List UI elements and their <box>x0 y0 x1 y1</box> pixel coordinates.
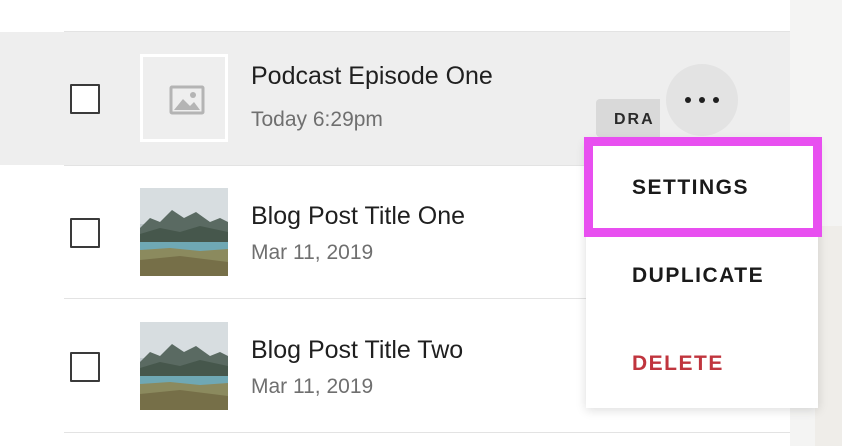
post-date: Mar 11, 2019 <box>251 375 374 398</box>
status-badge: DRA <box>596 99 660 137</box>
more-horizontal-icon <box>713 97 719 103</box>
right-side-panel-lower <box>815 226 842 446</box>
more-horizontal-icon <box>685 97 691 103</box>
more-options-button[interactable] <box>666 64 738 136</box>
image-placeholder-icon <box>169 85 205 115</box>
post-title[interactable]: Podcast Episode One <box>251 62 493 91</box>
post-thumbnail <box>140 188 228 276</box>
post-title[interactable]: Blog Post Title Two <box>251 336 463 365</box>
landscape-thumbnail <box>140 188 228 276</box>
menu-item-duplicate[interactable]: DUPLICATE <box>632 264 764 288</box>
landscape-thumbnail <box>140 322 228 410</box>
post-date: Today 6:29pm <box>251 108 383 131</box>
row-checkbox[interactable] <box>70 218 100 248</box>
post-thumbnail-placeholder <box>140 54 228 142</box>
menu-item-delete[interactable]: DELETE <box>632 352 724 376</box>
post-title[interactable]: Blog Post Title One <box>251 202 465 231</box>
settings-highlight-box <box>584 137 822 237</box>
post-date: Mar 11, 2019 <box>251 241 374 264</box>
divider <box>64 432 790 433</box>
row-checkbox[interactable] <box>70 352 100 382</box>
more-horizontal-icon <box>699 97 705 103</box>
post-thumbnail <box>140 322 228 410</box>
row-checkbox[interactable] <box>70 84 100 114</box>
